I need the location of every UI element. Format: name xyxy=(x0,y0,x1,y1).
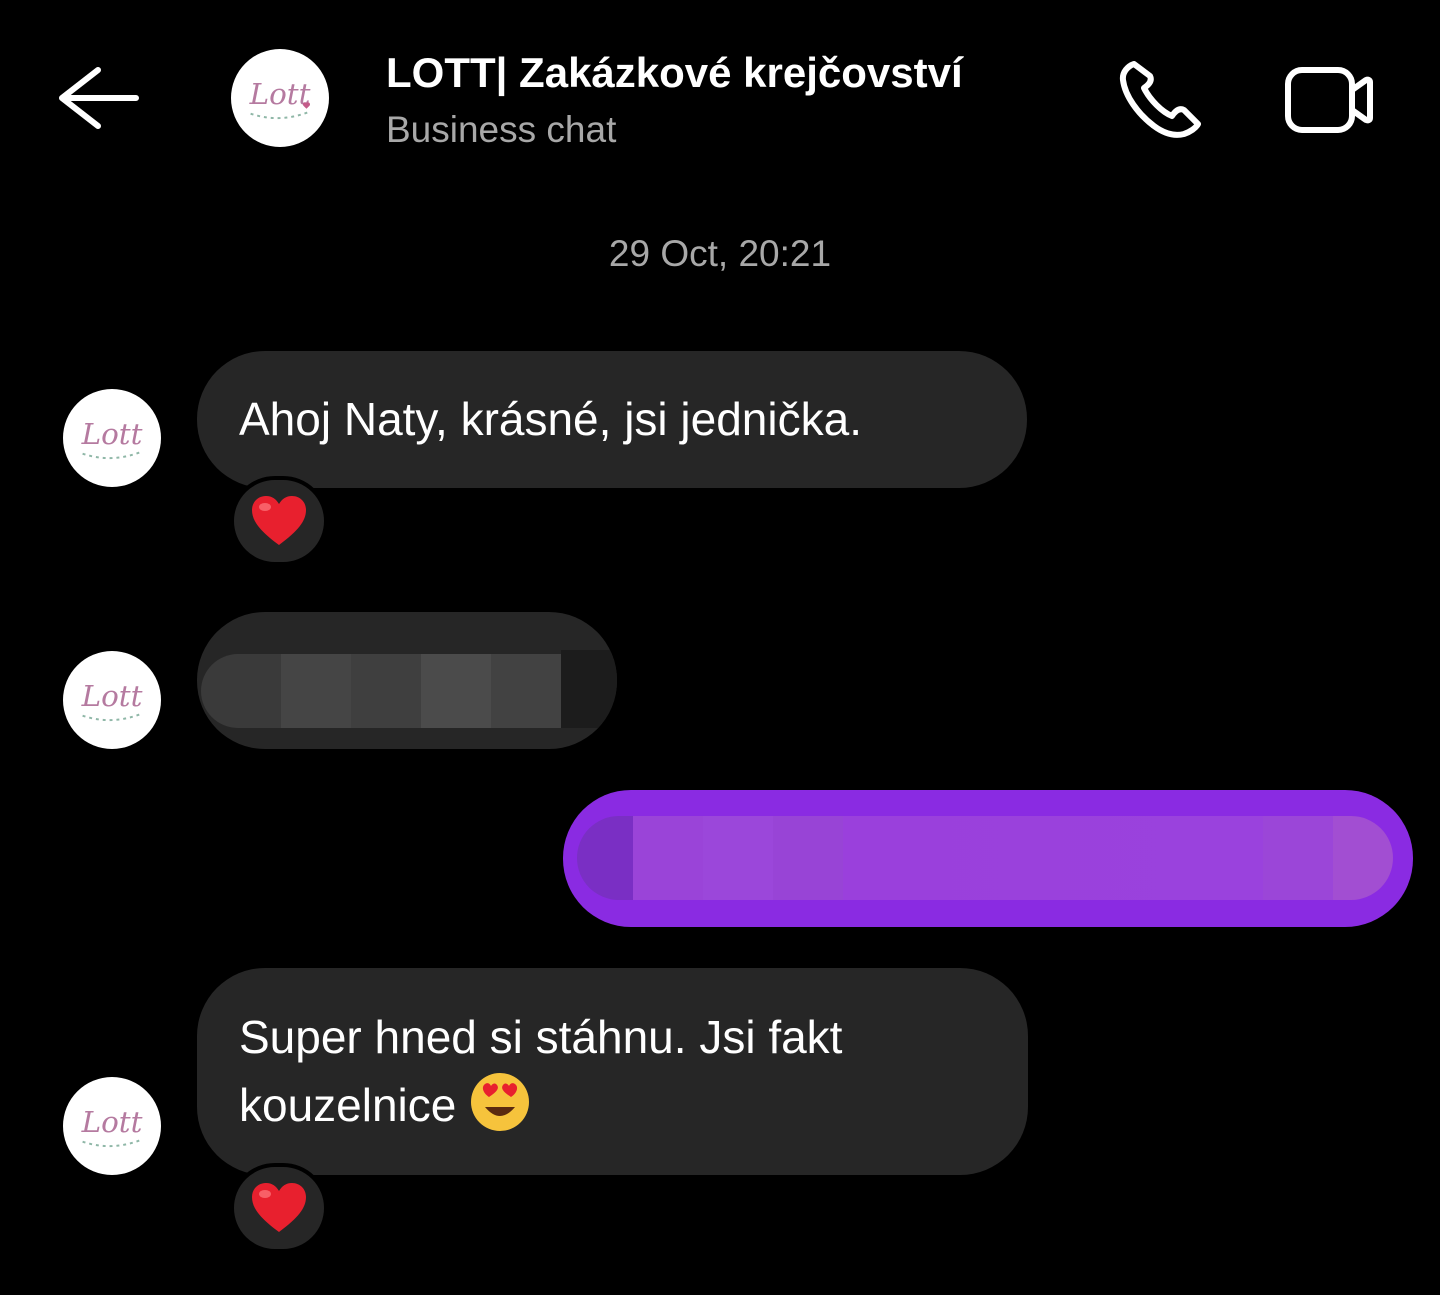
video-camera-icon xyxy=(1285,67,1373,133)
redaction-block xyxy=(491,654,561,728)
message-bubble-incoming[interactable]: Super hned si stáhnu. Jsi fakt kouzelnic… xyxy=(197,968,1028,1175)
reaction-badge[interactable] xyxy=(230,476,328,566)
redaction-block xyxy=(561,650,617,728)
redaction-block xyxy=(201,654,281,728)
svg-text:Lott: Lott xyxy=(81,1105,143,1139)
svg-text:Lott: Lott xyxy=(81,417,143,451)
message-timestamp: 29 Oct, 20:21 xyxy=(608,233,832,274)
message-bubble-incoming[interactable]: Ahoj Naty, krásné, jsi jednička. xyxy=(197,351,1027,488)
sender-avatar[interactable]: Lott xyxy=(63,1077,161,1175)
redaction-block xyxy=(421,654,491,728)
voice-call-button[interactable] xyxy=(1114,56,1206,142)
chat-subtitle: Business chat xyxy=(386,109,617,150)
sender-avatar[interactable]: Lott xyxy=(63,651,161,749)
heart-eyes-emoji-icon xyxy=(469,1071,531,1133)
message-text: Ahoj Naty, krásné, jsi jednička. xyxy=(239,393,862,445)
chat-title-block[interactable]: LOTT| Zakázkové krejčovství Business cha… xyxy=(386,46,1086,154)
lott-logo: Lott xyxy=(81,679,143,722)
back-button[interactable] xyxy=(50,58,142,138)
redaction-block xyxy=(1263,816,1333,900)
lott-logo: Lott xyxy=(249,77,311,120)
redaction-block xyxy=(773,816,843,900)
arrow-left-icon xyxy=(59,67,139,129)
chat-title: LOTT| Zakázkové krejčovství xyxy=(386,49,963,96)
contact-avatar[interactable]: Lott xyxy=(231,49,329,147)
message-bubble-outgoing-redacted[interactable] xyxy=(563,790,1413,927)
svg-text:Lott: Lott xyxy=(81,679,143,713)
redaction-block xyxy=(843,816,1263,900)
message-text: Super hned si stáhnu. Jsi fakt kouzelnic… xyxy=(239,1011,843,1131)
lott-logo: Lott xyxy=(81,417,143,460)
redaction-block xyxy=(281,654,351,728)
video-call-button[interactable] xyxy=(1278,60,1378,140)
chat-screen: Lott LOTT| Zakázkové krejčovství Busines… xyxy=(0,0,1440,1295)
heart-icon xyxy=(252,496,306,545)
reaction-badge[interactable] xyxy=(230,1163,328,1253)
redaction-block xyxy=(351,654,421,728)
redaction-block xyxy=(633,816,703,900)
sender-avatar[interactable]: Lott xyxy=(63,389,161,487)
phone-icon xyxy=(1119,61,1201,138)
lott-logo: Lott xyxy=(81,1105,143,1148)
redaction-block xyxy=(577,816,633,900)
redaction-block xyxy=(1333,816,1393,900)
message-bubble-redacted[interactable] xyxy=(197,612,617,749)
heart-icon xyxy=(252,1183,306,1232)
redaction-block xyxy=(703,816,773,900)
svg-text:Lott: Lott xyxy=(249,77,311,111)
